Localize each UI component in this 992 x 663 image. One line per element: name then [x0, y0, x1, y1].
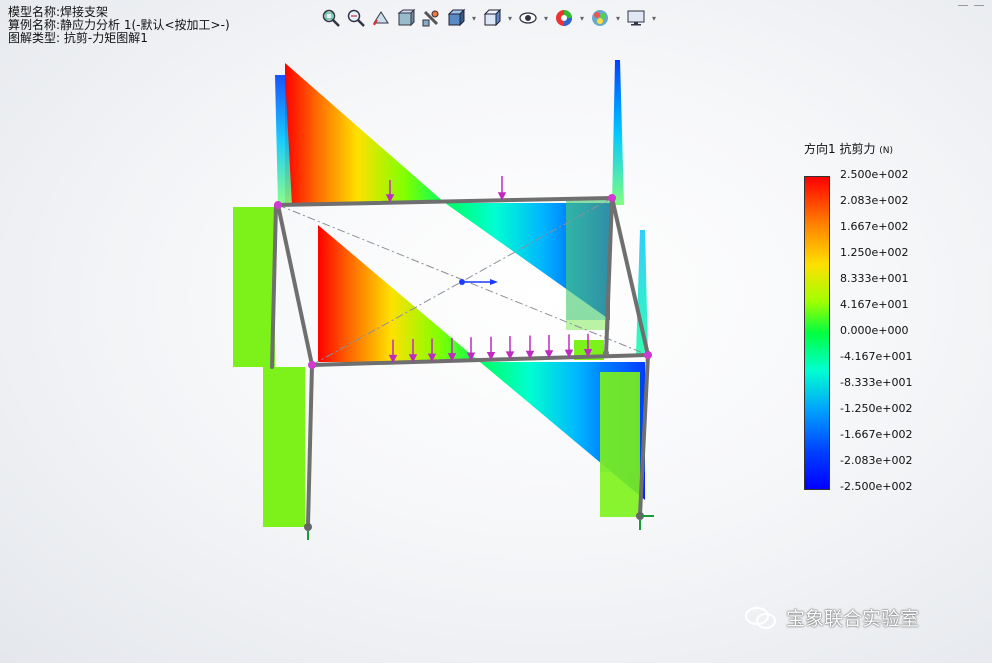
legend-title: 方向1 抗剪力 (N): [804, 140, 893, 157]
legend-tick-label: -2.500e+002: [840, 480, 913, 493]
load-arrow: [497, 176, 507, 201]
load-arrow: [466, 337, 476, 361]
legend-tick-label: -1.250e+002: [840, 402, 913, 415]
legend-title-text: 方向1 抗剪力: [804, 142, 876, 156]
legend-unit: (N): [879, 146, 894, 156]
load-arrow: [564, 334, 574, 359]
legend-color-bar: [804, 176, 830, 490]
legend-tick-label: 2.500e+002: [840, 168, 909, 181]
legend-tick-label: -8.333e+001: [840, 376, 913, 389]
legend-tick-label: -1.667e+002: [840, 428, 913, 441]
legend-tick-label: 4.167e+001: [840, 298, 909, 311]
legend-tick-label: 8.333e+001: [840, 272, 909, 285]
load-arrow: [486, 336, 496, 361]
watermark-text: 宝象联合实验室: [786, 608, 920, 630]
legend-tick-label: 0.000e+000: [840, 324, 909, 337]
legend-tick-label: -2.083e+002: [840, 454, 913, 467]
legend-tick-label: -4.167e+001: [840, 350, 913, 363]
load-arrow: [544, 334, 554, 359]
wechat-logo-icon: [745, 606, 776, 629]
legend-tick-label: 2.083e+002: [840, 194, 909, 207]
center-triad: [459, 279, 498, 285]
load-arrow: [505, 336, 515, 360]
watermark: 宝象联合实验室: [744, 604, 919, 631]
load-arrow: [525, 335, 535, 360]
legend-tick-label: 1.667e+002: [840, 220, 909, 233]
legend-tick-label: 1.250e+002: [840, 246, 909, 259]
